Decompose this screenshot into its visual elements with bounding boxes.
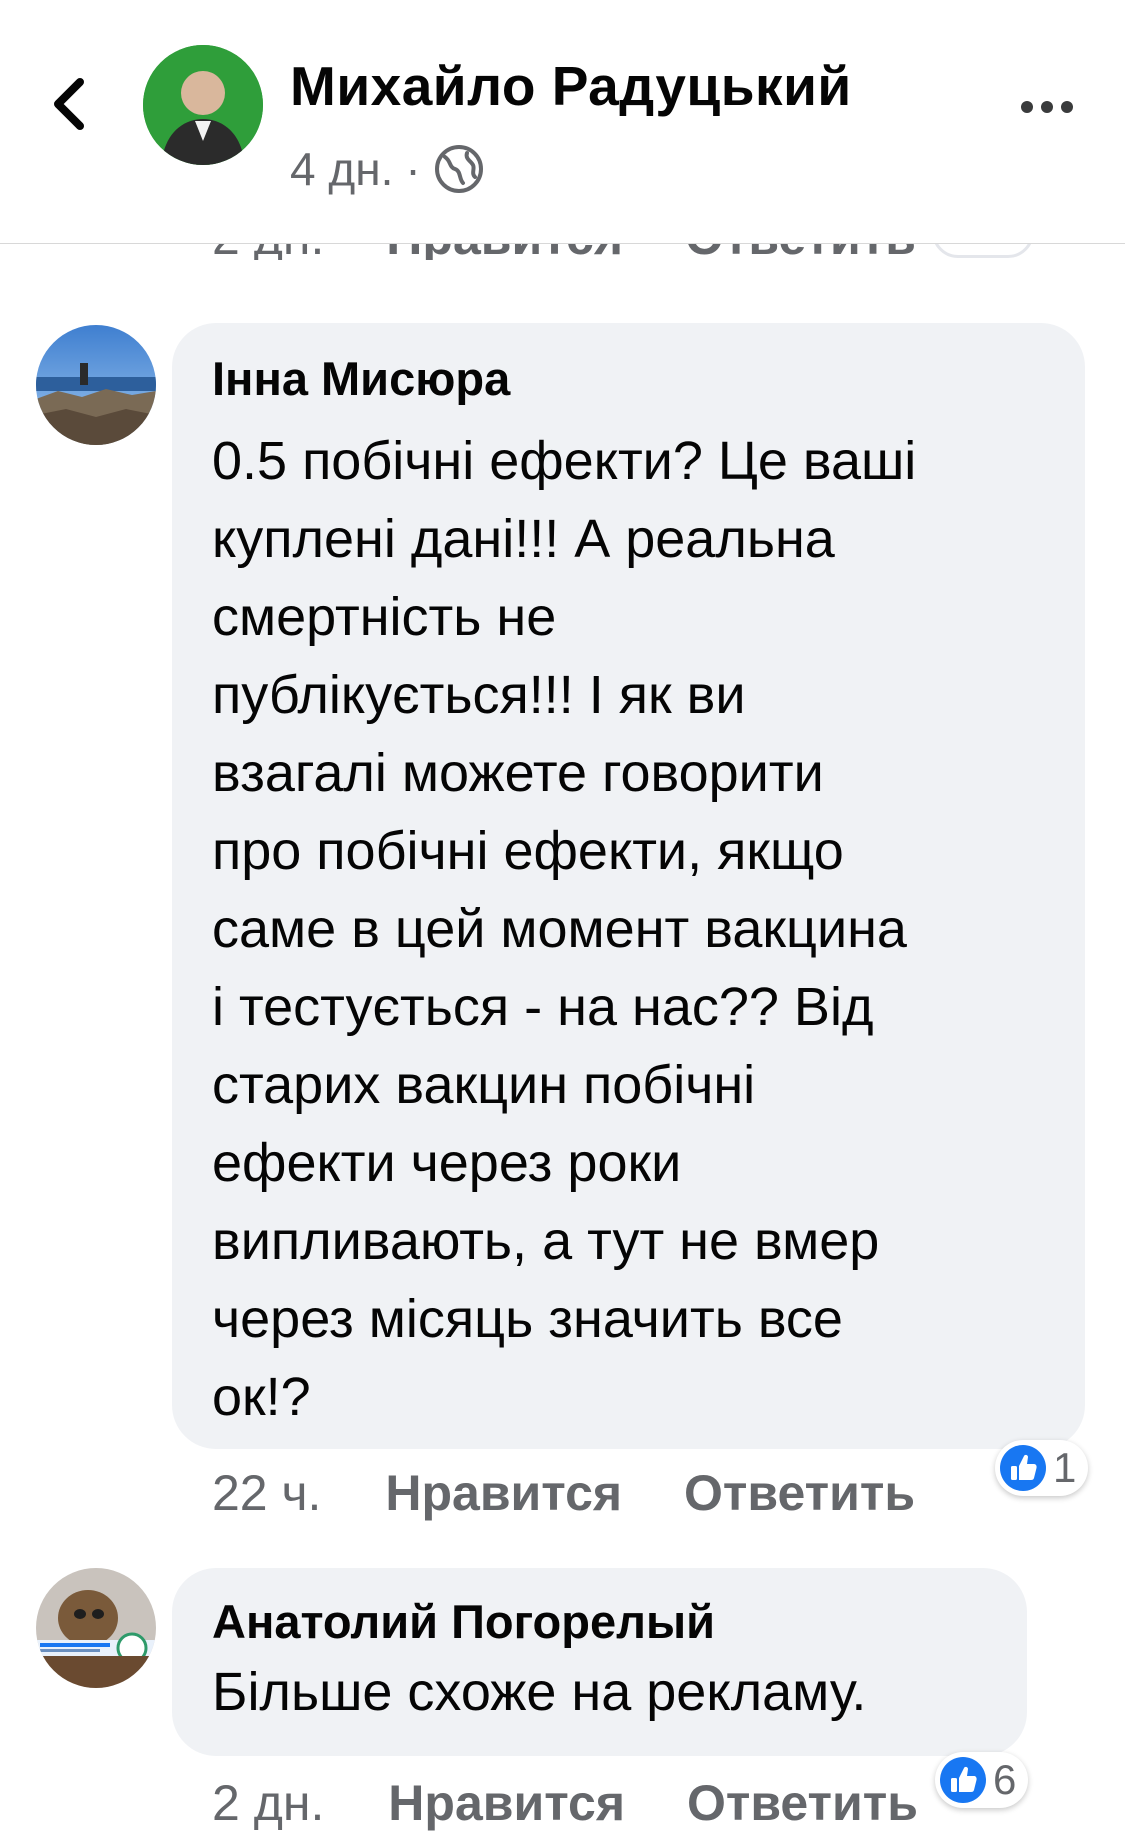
- post-meta: 4 дн. ·: [290, 142, 485, 196]
- reply-button[interactable]: Ответить: [687, 1775, 918, 1831]
- comment-bubble: Анатолий Погорелый Більше схоже на рекла…: [172, 1568, 1027, 1756]
- reply-button[interactable]: Ответить: [684, 1465, 915, 1521]
- comment-time[interactable]: 2 дн.: [212, 1775, 324, 1831]
- author-avatar[interactable]: [143, 45, 263, 165]
- globe-icon: [434, 145, 483, 193]
- like-icon: [1000, 1445, 1046, 1491]
- reaction-badge[interactable]: 1: [995, 1440, 1089, 1496]
- commenter-avatar[interactable]: [36, 1568, 156, 1688]
- comment-author[interactable]: Інна Мисюра: [212, 351, 1053, 406]
- reaction-count: 1: [1053, 1444, 1077, 1491]
- comment-author[interactable]: Анатолий Погорелый: [212, 1594, 995, 1649]
- like-icon: [940, 1757, 986, 1803]
- like-button[interactable]: Нравится: [385, 1465, 622, 1521]
- reaction-count: 6: [993, 1756, 1017, 1803]
- chevron-left-icon: [54, 78, 84, 130]
- comment-bubble: Інна Мисюра 0.5 побічні ефекти? Це ваші …: [172, 323, 1085, 1449]
- meta-separator: ·: [405, 143, 421, 195]
- post-header: Михайло Радуцький 4 дн. ·: [0, 0, 1125, 244]
- comment-text: Більше схоже на рекламу.: [212, 1662, 867, 1722]
- more-horizontal-icon: [1021, 101, 1073, 113]
- reaction-badge[interactable]: 6: [935, 1752, 1029, 1808]
- like-button[interactable]: Нравится: [388, 1775, 625, 1831]
- post-time[interactable]: 4 дн.: [290, 142, 393, 196]
- back-button[interactable]: [48, 76, 92, 132]
- comment-actions: 22 ч. Нравится Ответить: [212, 1464, 963, 1522]
- author-name[interactable]: Михайло Радуцький: [290, 54, 852, 118]
- commenter-avatar[interactable]: [36, 325, 156, 445]
- comment-text: 0.5 побічні ефекти? Це ваші куплені дані…: [212, 431, 917, 1427]
- more-options-button[interactable]: [1017, 92, 1077, 122]
- comment-actions: 2 дн. Нравится Ответить: [212, 1774, 966, 1832]
- comment-time[interactable]: 22 ч.: [212, 1465, 321, 1521]
